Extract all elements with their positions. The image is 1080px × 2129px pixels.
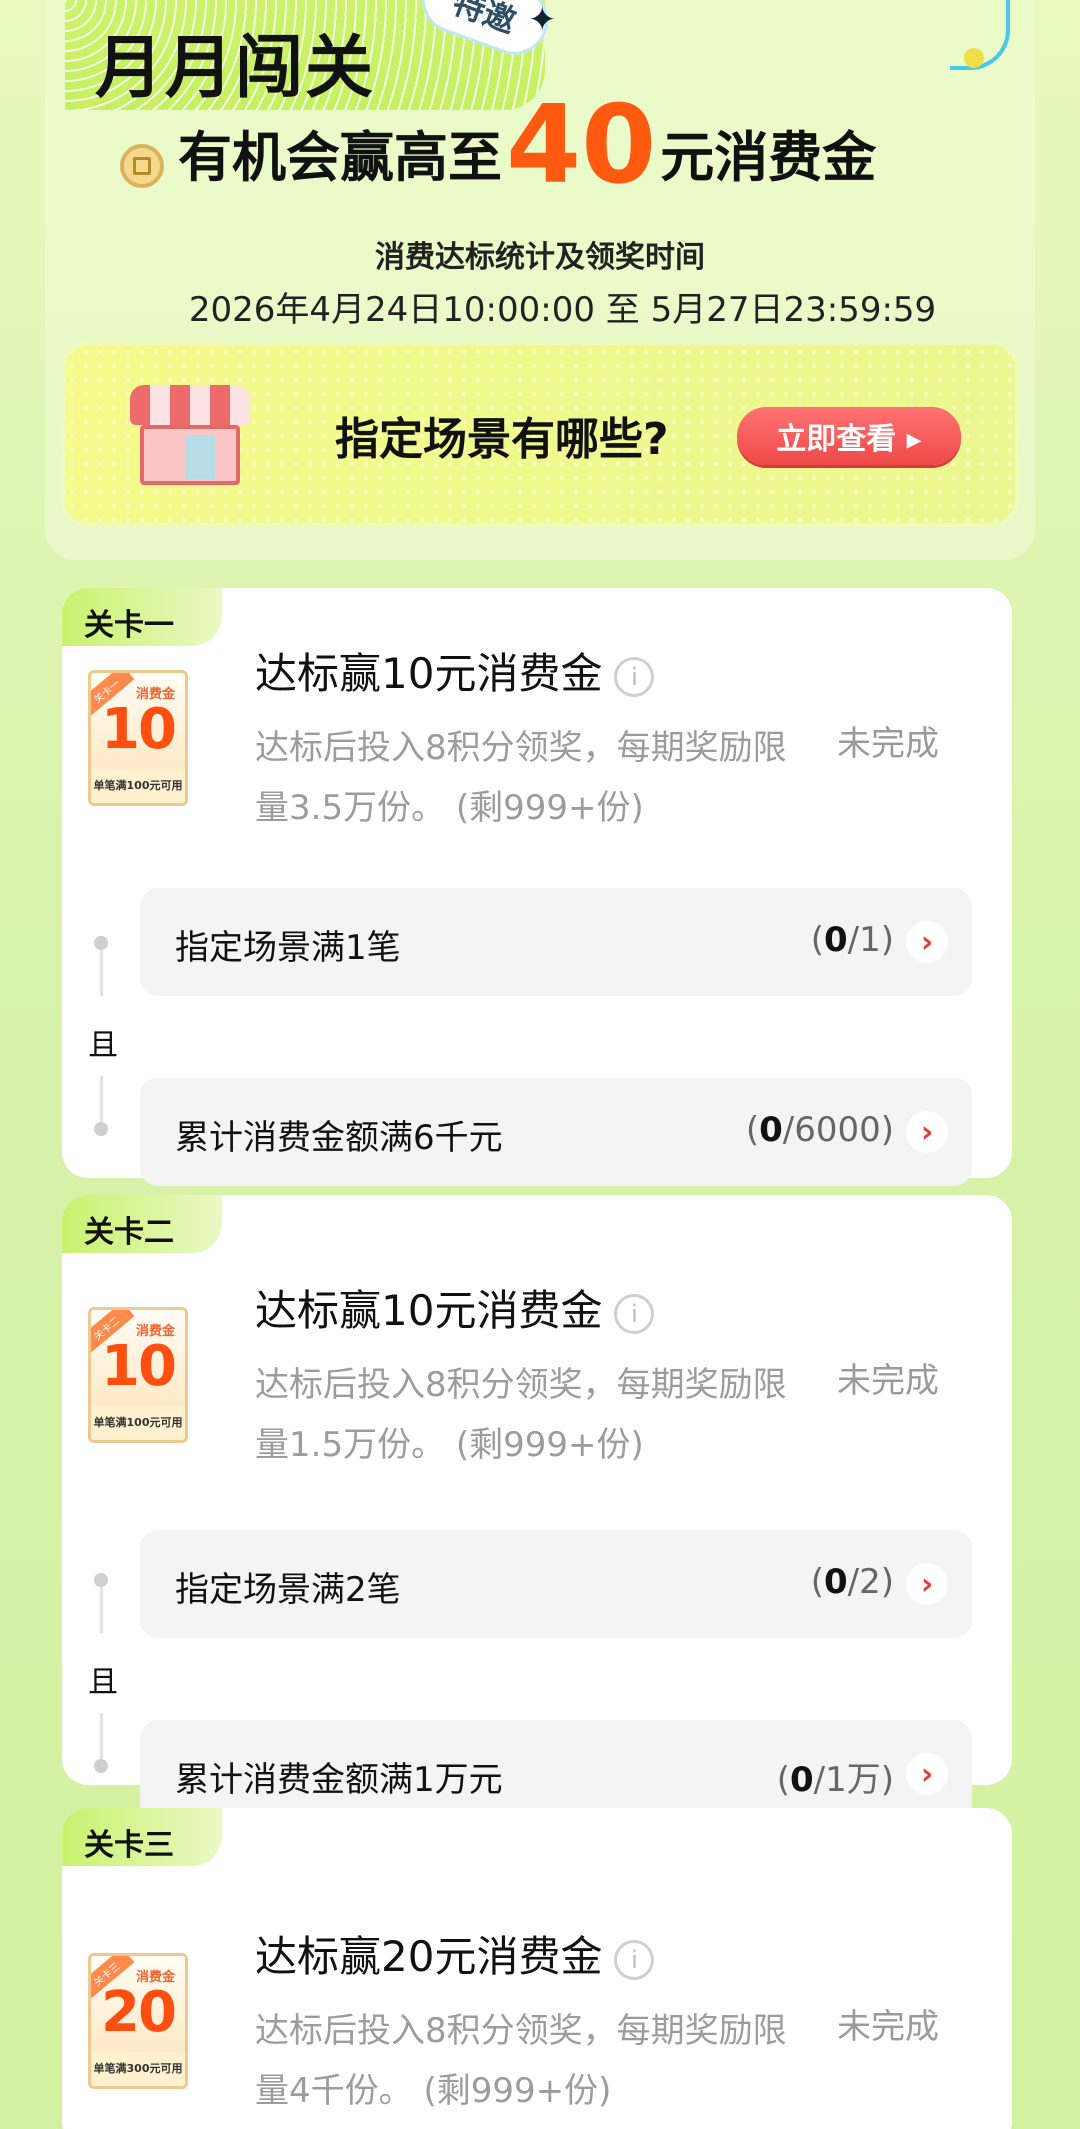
voucher-image: 关卡三 消费金 20 单笔满300元可用 — [88, 1953, 188, 2089]
level-title-text: 达标赢10元消费金 — [255, 649, 603, 698]
task-progress: (0/1万) — [776, 1760, 894, 1800]
and-connector: 且 — [88, 1665, 118, 1700]
voucher-amount: 20 — [101, 1980, 177, 2045]
voucher-amount: 10 — [101, 1334, 177, 1399]
connector-dot — [94, 1759, 108, 1773]
voucher-amount: 10 — [101, 697, 177, 762]
level-title-text: 达标赢20元消费金 — [255, 1932, 603, 1981]
connector-line — [100, 1713, 103, 1759]
voucher-condition: 单笔满300元可用 — [91, 2052, 185, 2086]
voucher-image: 关卡二 消费金 10 单笔满100元可用 — [88, 1307, 188, 1443]
view-now-button[interactable]: 立即查看 ▸ — [737, 407, 961, 465]
connector-dot — [94, 1573, 108, 1587]
level-tab: 关卡二 — [62, 1195, 222, 1253]
sparkle-icon: ✦ — [528, 0, 557, 40]
level-status: 未完成 — [837, 724, 939, 764]
connector-dot — [94, 1122, 108, 1136]
subtitle-amount: 40 — [506, 83, 657, 208]
task-label: 累计消费金额满1万元 — [175, 1760, 503, 1800]
level-title: 达标赢10元消费金 i — [255, 1277, 655, 1338]
level-card: 关卡一 关卡一 消费金 10 单笔满100元可用 达标赢10元消费金 i 达标后投… — [62, 588, 1012, 1186]
period-text: 2026年4月24日10:00:00 至 5月27日23:59:59 — [188, 290, 937, 330]
voucher-image: 关卡一 消费金 10 单笔满100元可用 — [88, 670, 188, 806]
chevron-right-icon[interactable]: › — [906, 1111, 948, 1153]
level-status: 未完成 — [837, 1361, 939, 1401]
info-icon[interactable]: i — [614, 1293, 655, 1334]
connector-line — [100, 1587, 103, 1633]
connector-line — [100, 950, 103, 996]
task-progress: (0/6000) — [745, 1110, 894, 1150]
voucher-condition: 单笔满100元可用 — [91, 769, 185, 803]
level-tab: 关卡一 — [62, 588, 222, 646]
level-description: 达标后投入8积分领奖，每期奖励限量1.5万份。 (剩999+份) — [255, 1365, 787, 1465]
chevron-right-icon[interactable]: › — [906, 921, 948, 963]
level-description: 达标后投入8积分领奖，每期奖励限量3.5万份。 (剩999+份) — [255, 728, 787, 828]
connector-line — [100, 1076, 103, 1122]
subtitle-suffix: 元消费金 — [660, 126, 877, 189]
subtitle-prefix: 有机会赢高至 — [178, 126, 502, 189]
level-description: 达标后投入8积分领奖，每期奖励限量4千份。 (剩999+份) — [255, 2011, 787, 2111]
level-title: 达标赢20元消费金 i — [255, 1923, 655, 1984]
task-label: 指定场景满1笔 — [175, 928, 401, 968]
task-row[interactable]: 指定场景满1笔 (0/1) › — [140, 888, 972, 996]
chevron-right-icon[interactable]: › — [906, 1563, 948, 1605]
task-label: 累计消费金额满6千元 — [175, 1118, 503, 1158]
task-progress: (0/1) — [810, 920, 894, 960]
task-label: 指定场景满2笔 — [175, 1570, 401, 1610]
level-tab: 关卡三 — [62, 1808, 222, 1866]
level-status: 未完成 — [837, 2007, 939, 2047]
task-row[interactable]: 累计消费金额满6千元 (0/6000) › — [140, 1078, 972, 1186]
subtitle: 有机会赢高至 40 元消费金 — [120, 92, 876, 200]
level-title: 达标赢10元消费金 i — [255, 640, 655, 701]
task-progress: (0/2) — [810, 1562, 894, 1602]
dot-decoration — [964, 48, 984, 68]
chevron-right-icon[interactable]: › — [906, 1753, 948, 1795]
and-connector: 且 — [88, 1028, 118, 1063]
level-card: 关卡三 关卡三 消费金 20 单笔满300元可用 达标赢20元消费金 i 达标后投… — [62, 1808, 1012, 2129]
shop-icon — [125, 375, 255, 495]
coin-icon — [120, 144, 164, 188]
task-row[interactable]: 指定场景满2笔 (0/2) › — [140, 1530, 972, 1638]
voucher-condition: 单笔满100元可用 — [91, 1406, 185, 1440]
scene-banner[interactable]: 指定场景有哪些? 立即查看 ▸ — [65, 345, 1015, 523]
info-icon[interactable]: i — [614, 656, 655, 697]
banner-text: 指定场景有哪些? — [335, 414, 669, 465]
page: 月月闯关 特邀 ✦ 有机会赢高至 40 元消费金 消费达标统计及领奖时间 202… — [0, 0, 1080, 2129]
level-card: 关卡二 关卡二 消费金 10 单笔满100元可用 达标赢10元消费金 i 达标后投… — [62, 1195, 1012, 1828]
info-icon[interactable]: i — [614, 1939, 655, 1980]
period-label: 消费达标统计及领奖时间 — [375, 240, 705, 275]
connector-dot — [94, 936, 108, 950]
level-title-text: 达标赢10元消费金 — [255, 1286, 603, 1335]
